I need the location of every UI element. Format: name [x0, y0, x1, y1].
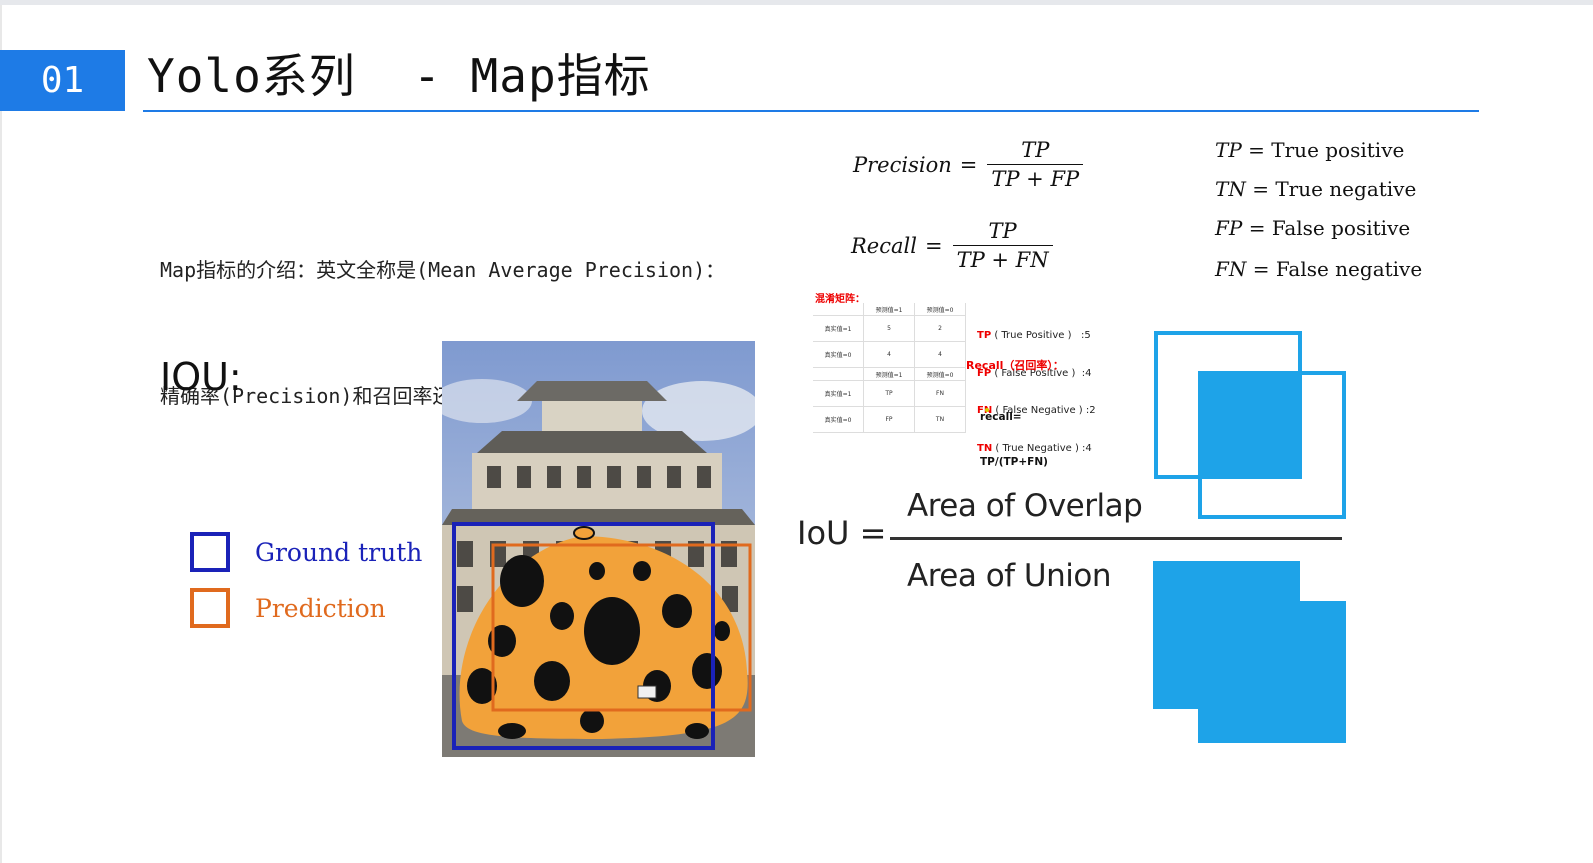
legend-item-ground-truth: Ground truth: [190, 524, 422, 580]
table-cell: 预测值=0: [914, 303, 966, 316]
table-cell: 4: [863, 341, 915, 368]
recall-eq: =: [924, 233, 943, 258]
union-label: Area of Union: [907, 558, 1112, 594]
definition-abbr: TP: [1215, 138, 1242, 162]
ground-truth-swatch: [190, 532, 230, 572]
table-cell: TP: [863, 380, 915, 407]
iou-heading: IOU:: [160, 355, 242, 399]
table-cell: 真实值=0: [813, 406, 864, 433]
section-number: 01: [0, 50, 125, 111]
table-row: 预测值=1 预测值=0: [813, 367, 966, 381]
cursor-dot: [985, 408, 989, 412]
pumpkin-photo: [442, 341, 755, 757]
union-region: [1153, 561, 1346, 743]
definition-row: FN = False negative: [1215, 257, 1422, 296]
recall-fraction: TP TP + FN: [952, 219, 1053, 272]
title-underline: [143, 110, 1479, 112]
iou-legend: Ground truth Prediction: [190, 524, 422, 636]
recall-formula-line-1: recall=: [980, 411, 1022, 423]
table-cell: 5: [863, 315, 915, 342]
precision-denominator: TP + FP: [987, 164, 1084, 191]
table-cell: FN: [914, 380, 966, 407]
table-row: 真实值=0 4 4: [813, 341, 966, 368]
slide-title: Yolo系列 - Map指标: [147, 49, 651, 103]
definition-abbr: TN: [1215, 177, 1246, 201]
table-cell: TN: [914, 406, 966, 433]
definition-eq: =: [1245, 177, 1276, 201]
stat-text: ( True Positive ) :5: [991, 330, 1091, 341]
legend-label: Ground truth: [255, 537, 423, 567]
recall-formula: Recall = TP TP + FN: [851, 219, 1053, 272]
table-cell: 预测值=1: [863, 367, 915, 381]
overlap-region: [1200, 373, 1300, 477]
recall-lhs: Recall: [851, 233, 917, 258]
recall-formula-text: recall= TP/(TP+FN): [980, 380, 1048, 485]
table-cell: 真实值=1: [813, 380, 864, 407]
precision-formula: Precision = TP TP + FP: [853, 138, 1084, 191]
table-cell: FP: [863, 406, 915, 433]
top-bar: [0, 0, 1593, 5]
precision-fraction: TP TP + FP: [987, 138, 1084, 191]
definition-row: FP = False positive: [1215, 216, 1422, 255]
table-cell: 2: [914, 315, 966, 342]
stat-line: TP ( True Positive ) :5: [977, 330, 1096, 343]
definition-abbr: FN: [1215, 257, 1247, 281]
table-cell: 真实值=0: [813, 341, 864, 368]
iou-diagram: [1153, 331, 1346, 743]
definition-eq: =: [1246, 257, 1276, 281]
legend-item-prediction: Prediction: [190, 580, 422, 636]
definition-text: True negative: [1275, 177, 1417, 201]
iou-equation-lhs: IoU =: [797, 514, 887, 552]
precision-lhs: Precision: [853, 152, 952, 177]
recall-formula-line-2: TP/(TP+FN): [980, 456, 1048, 468]
table-cell: 预测值=1: [863, 303, 915, 316]
table-cell: [813, 303, 864, 316]
table-row: 真实值=1 5 2: [813, 315, 966, 342]
overlap-label: Area of Overlap: [907, 488, 1143, 524]
definition-abbr: FP: [1215, 216, 1243, 240]
recall-numerator: TP: [988, 219, 1017, 243]
definition-eq: =: [1241, 138, 1272, 162]
precision-eq: =: [959, 152, 978, 177]
recall-label: Recall（召回率）：: [966, 359, 1064, 372]
confusion-matrix-table: 预测值=1 预测值=0 真实值=1 5 2 真实值=0 4 4 预测值=1 预测…: [813, 303, 966, 433]
definition-row: TN = True negative: [1215, 177, 1422, 216]
table-cell: 真实值=1: [813, 315, 864, 342]
definition-eq: =: [1242, 216, 1272, 240]
left-border: [0, 5, 2, 863]
definition-row: TP = True positive: [1215, 138, 1422, 177]
intro-line-1: Map指标的介绍：英文全称是(Mean Average Precision)：: [160, 258, 726, 282]
stat-abbr: TP: [977, 330, 992, 341]
legend-label: Prediction: [255, 593, 386, 623]
prediction-swatch: [190, 588, 230, 628]
table-cell: [813, 367, 864, 381]
table-cell: 4: [914, 341, 966, 368]
definitions-list: TP = True positive TN = True negative FP…: [1215, 138, 1422, 296]
definition-text: False negative: [1275, 257, 1423, 281]
table-row: 真实值=0 FP TN: [813, 406, 966, 433]
definition-text: False positive: [1271, 216, 1411, 240]
table-row: 预测值=1 预测值=0: [813, 303, 966, 316]
precision-numerator: TP: [1021, 138, 1050, 162]
definition-text: True positive: [1271, 138, 1405, 162]
recall-denominator: TP + FN: [952, 245, 1053, 272]
table-row: 真实值=1 TP FN: [813, 380, 966, 407]
table-cell: 预测值=0: [914, 367, 966, 381]
